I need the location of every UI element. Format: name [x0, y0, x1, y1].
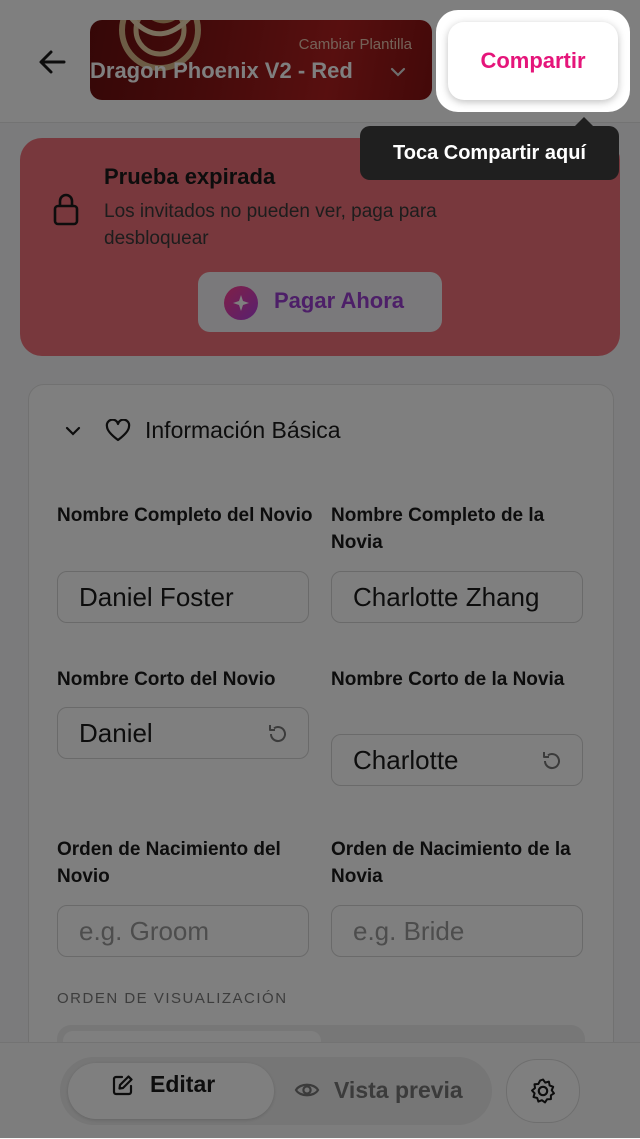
trial-title: Prueba expirada [104, 164, 276, 189]
groom-birth-order-label: Orden de Nacimiento del Novio [57, 839, 281, 887]
groom-short-name-value: Daniel [79, 717, 153, 748]
settings-button[interactable] [506, 1059, 580, 1123]
gear-icon [531, 1078, 555, 1104]
groom-full-name-label: Nombre Completo del Novio [57, 505, 313, 526]
chevron-down-icon[interactable] [65, 425, 81, 437]
edit-tab-label: Editar [150, 1071, 216, 1097]
groom-birth-order-placeholder: e.g. Groom [79, 915, 210, 946]
template-name: Dragon Phoenix V2 - Red [90, 58, 353, 83]
basic-info-section: Información Básica Nombre Completo del N… [28, 384, 614, 1106]
onboarding-tooltip: Toca Compartir aquí [360, 126, 619, 180]
groom-short-name-input[interactable]: Daniel [57, 707, 309, 759]
preview-tab[interactable]: Vista previa [334, 1077, 463, 1104]
pay-now-button[interactable]: Pagar Ahora [198, 272, 442, 332]
bride-full-name-input[interactable]: Charlotte Zhang [331, 571, 583, 623]
groom-full-name-input[interactable]: Daniel Foster [57, 571, 309, 623]
back-button[interactable] [34, 44, 72, 80]
arrow-left-icon [39, 50, 66, 74]
sparkle-icon [224, 286, 258, 320]
share-button[interactable]: Compartir [448, 22, 618, 100]
bride-short-name-value: Charlotte [353, 744, 459, 775]
groom-short-name-label: Nombre Corto del Novio [57, 669, 276, 690]
pay-now-label: Pagar Ahora [274, 288, 405, 313]
mode-switch: Editar Vista previa [60, 1057, 492, 1125]
bride-short-name-label: Nombre Corto de la Novia [331, 669, 565, 690]
edit-icon [112, 1075, 133, 1096]
template-selector[interactable]: Cambiar Plantilla Dragon Phoenix V2 - Re… [90, 20, 432, 100]
heart-icon [105, 419, 131, 442]
reset-icon[interactable] [540, 749, 564, 773]
bride-full-name-value: Charlotte Zhang [353, 581, 540, 612]
display-order-caption: ORDEN DE VISUALIZACIÓN [57, 990, 288, 1007]
bride-birth-order-label: Orden de Nacimiento de la Novia [331, 839, 571, 887]
groom-full-name-value: Daniel Foster [79, 581, 234, 612]
bride-birth-order-placeholder: e.g. Bride [353, 915, 465, 946]
bottom-navigation: Editar Vista previa [0, 1042, 640, 1139]
lock-icon [53, 193, 79, 226]
eye-icon [294, 1083, 320, 1097]
bride-short-name-input[interactable]: Charlotte [331, 734, 583, 786]
trial-description: Los invitados no pueden ver, paga para d… [104, 201, 437, 249]
bride-birth-order-input[interactable]: e.g. Bride [331, 905, 583, 957]
bride-full-name-label: Nombre Completo de la Novia [331, 505, 545, 553]
change-template-label: Cambiar Plantilla [298, 36, 412, 53]
reset-icon[interactable] [266, 722, 290, 746]
chevron-down-icon [390, 67, 406, 77]
groom-birth-order-input[interactable]: e.g. Groom [57, 905, 309, 957]
section-title[interactable]: Información Básica [145, 417, 341, 444]
